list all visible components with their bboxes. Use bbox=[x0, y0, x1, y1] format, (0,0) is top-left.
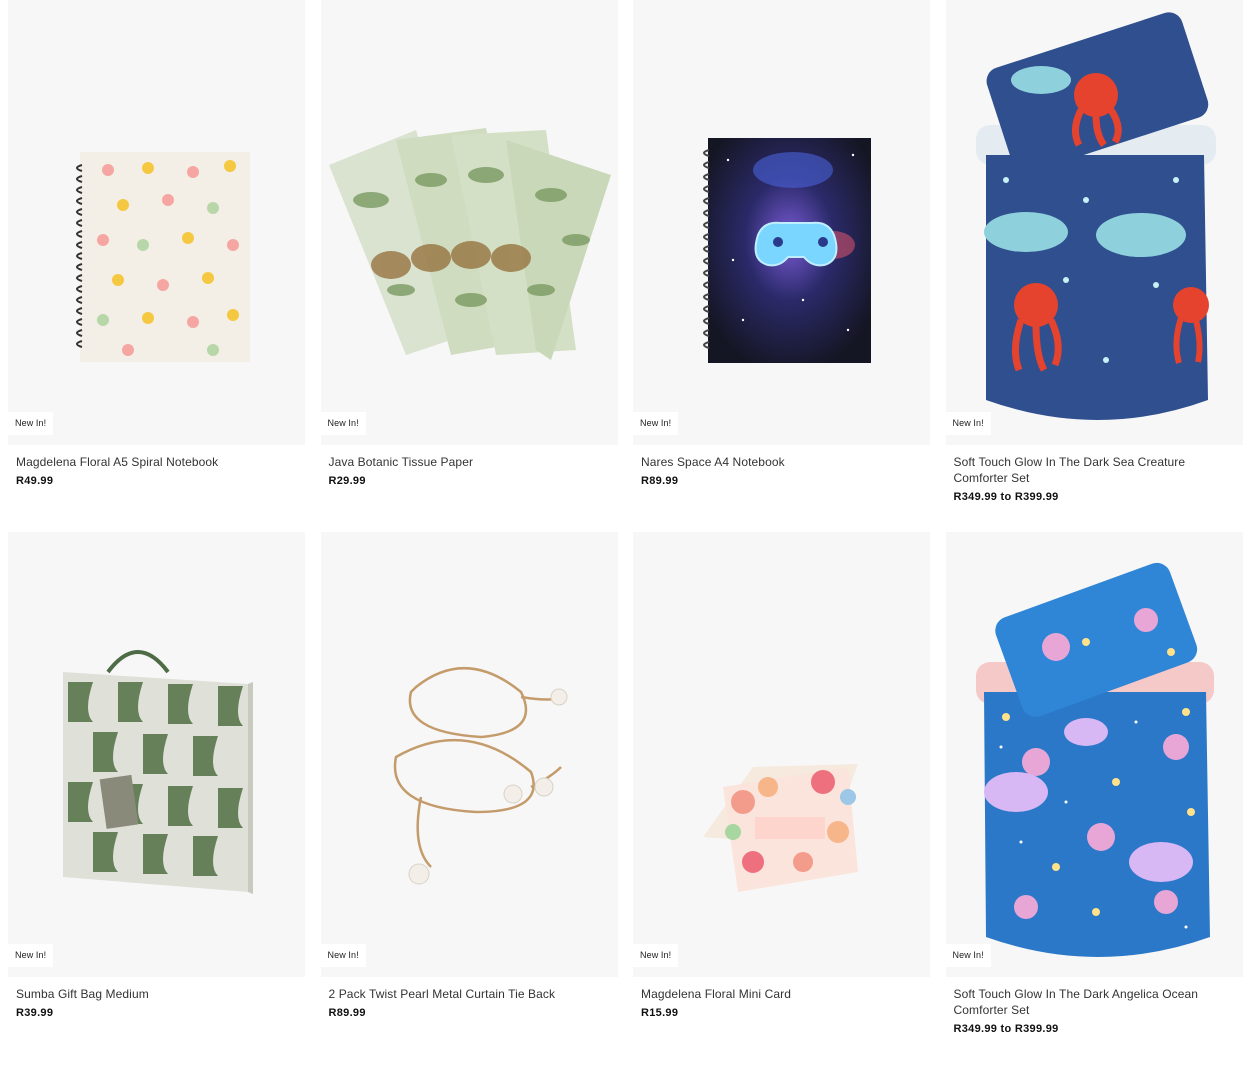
ocean-comforter-image bbox=[975, 562, 1214, 957]
product-name[interactable]: Nares Space A4 Notebook bbox=[641, 454, 922, 470]
product-price: R349.99 to R399.99 bbox=[953, 491, 1059, 503]
product-name[interactable]: 2 Pack Twist Pearl Metal Curtain Tie Bac… bbox=[329, 986, 610, 1002]
product-price: R15.99 bbox=[641, 1007, 679, 1019]
product-card[interactable]: New In! Nares Space A4 Notebook R89.99 bbox=[633, 0, 930, 532]
product-image[interactable]: New In! bbox=[633, 532, 930, 977]
product-price: R39.99 bbox=[16, 1007, 54, 1019]
product-name[interactable]: Magdelena Floral Mini Card bbox=[641, 986, 922, 1002]
product-card[interactable]: New In! Magdelena Floral A5 Spiral Noteb… bbox=[8, 0, 305, 532]
gift-bag-image bbox=[63, 650, 253, 894]
new-in-badge: New In! bbox=[320, 944, 366, 967]
new-in-badge: New In! bbox=[633, 412, 679, 435]
product-card[interactable]: New In! Soft Touch Glow In The Dark Ange… bbox=[945, 532, 1243, 1065]
product-card[interactable]: New In! Sumba Gift Bag Medium R39.99 bbox=[8, 532, 305, 1065]
product-grid: New In! Magdelena Floral A5 Spiral Noteb… bbox=[8, 0, 1243, 1065]
product-card[interactable]: New In! Java Botanic Tissue Paper R29.99 bbox=[320, 0, 618, 532]
product-price: R89.99 bbox=[641, 475, 679, 487]
botanic-tissue-paper-image bbox=[328, 128, 611, 360]
floral-notebook-image bbox=[76, 152, 250, 362]
product-name[interactable]: Soft Touch Glow In The Dark Sea Creature… bbox=[954, 454, 1235, 486]
product-card[interactable]: New In! Soft Touch Glow In The Dark Sea … bbox=[945, 0, 1243, 532]
new-in-badge: New In! bbox=[8, 412, 54, 435]
product-image[interactable]: New In! bbox=[945, 0, 1243, 445]
product-card[interactable]: New In! Magdelena Floral Mini Card R15.9… bbox=[633, 532, 930, 1065]
new-in-badge: New In! bbox=[945, 412, 991, 435]
product-image[interactable]: New In! bbox=[8, 0, 305, 445]
sea-creature-comforter-image bbox=[975, 12, 1216, 420]
space-notebook-image bbox=[703, 138, 871, 363]
pearl-tie-back-image bbox=[393, 667, 567, 885]
product-name[interactable]: Sumba Gift Bag Medium bbox=[16, 986, 297, 1002]
product-name[interactable]: Magdelena Floral A5 Spiral Notebook bbox=[16, 454, 297, 470]
new-in-badge: New In! bbox=[320, 412, 366, 435]
product-image[interactable]: New In! bbox=[633, 0, 930, 445]
product-name[interactable]: Java Botanic Tissue Paper bbox=[329, 454, 610, 470]
product-price: R29.99 bbox=[328, 475, 366, 487]
new-in-badge: New In! bbox=[633, 944, 679, 967]
product-image[interactable]: New In! bbox=[8, 532, 305, 977]
product-price: R349.99 to R399.99 bbox=[953, 1023, 1059, 1035]
floral-mini-card-image bbox=[703, 764, 858, 892]
new-in-badge: New In! bbox=[945, 944, 991, 967]
product-price: R49.99 bbox=[16, 475, 54, 487]
product-image[interactable]: New In! bbox=[945, 532, 1243, 977]
new-in-badge: New In! bbox=[8, 944, 54, 967]
product-image[interactable]: New In! bbox=[320, 0, 618, 445]
product-image[interactable]: New In! bbox=[320, 532, 618, 977]
product-price: R89.99 bbox=[328, 1007, 366, 1019]
product-name[interactable]: Soft Touch Glow In The Dark Angelica Oce… bbox=[954, 986, 1235, 1018]
product-card[interactable]: New In! 2 Pack Twist Pearl Metal Curtain… bbox=[320, 532, 618, 1065]
